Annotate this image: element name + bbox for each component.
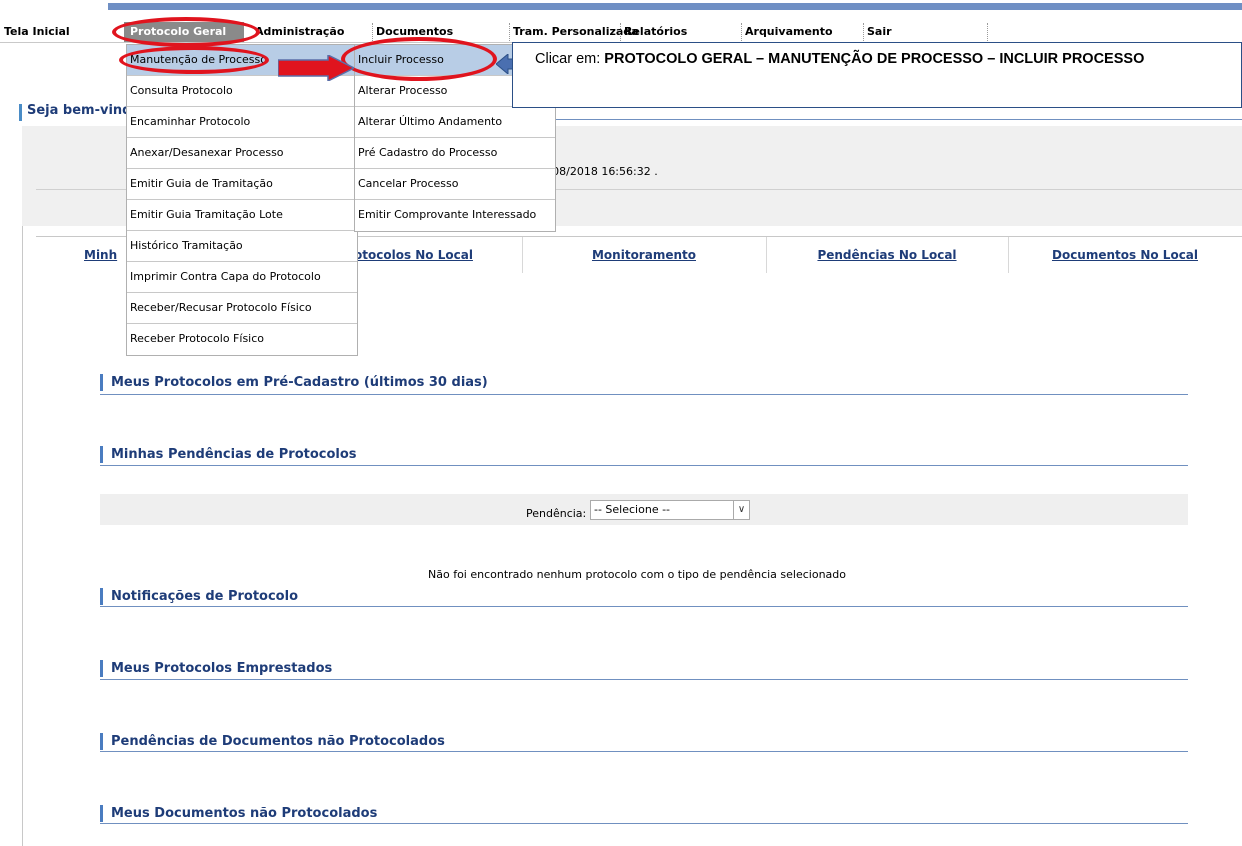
section-meus-documentos: Meus Documentos não Protocolados — [100, 805, 377, 822]
empty-pendencias-message: Não foi encontrado nenhum protocolo com … — [428, 568, 846, 581]
menu-item-emitir-comprovante[interactable]: Emitir Comprovante Interessado — [355, 200, 555, 231]
section-pendencias-documentos: Pendências de Documentos não Protocolado… — [100, 733, 445, 750]
menu-item-emitir-guia-lote[interactable]: Emitir Guia Tramitação Lote — [127, 200, 357, 231]
pendencia-select[interactable]: -- Selecione -- ∨ — [590, 500, 750, 520]
menu-item-cancelar-processo[interactable]: Cancelar Processo — [355, 169, 555, 200]
section-pre-cadastro: Meus Protocolos em Pré-Cadastro (últimos… — [100, 374, 488, 391]
pendencia-label: Pendência: — [526, 507, 587, 520]
section-divider — [100, 751, 1188, 752]
tab-pendencias-no-local[interactable]: Pendências No Local — [766, 237, 1008, 273]
section-divider — [100, 465, 1188, 466]
instruction-callout: Clicar em: PROTOCOLO GERAL – MANUTENÇÃO … — [512, 42, 1242, 108]
section-protocolos-emprestados: Meus Protocolos Emprestados — [100, 660, 332, 677]
welcome-divider — [556, 119, 1242, 120]
menu-relatorios[interactable]: Relatórios — [620, 23, 687, 41]
tab-minhas[interactable]: Minh — [84, 237, 124, 273]
menu-item-receber-protocolo-fisico[interactable]: Receber Protocolo Físico — [127, 324, 357, 355]
menu-item-receber-recusar[interactable]: Receber/Recusar Protocolo Físico — [127, 293, 357, 324]
protocolo-geral-menu: Manutenção de Processo Consulta Protocol… — [126, 44, 358, 356]
menubar-separator — [987, 23, 988, 41]
tab-monitoramento[interactable]: Monitoramento — [522, 237, 766, 273]
menu-item-encaminhar-protocolo[interactable]: Encaminhar Protocolo — [127, 107, 357, 138]
section-minhas-pendencias: Minhas Pendências de Protocolos — [100, 446, 357, 463]
top-banner-stub — [0, 0, 1242, 10]
tab-documentos-no-local[interactable]: Documentos No Local — [1008, 237, 1242, 273]
section-divider — [100, 679, 1188, 680]
pendencia-select-value: -- Selecione -- — [594, 503, 671, 516]
banner-edge — [108, 0, 1242, 10]
menu-item-alterar-ultimo-andamento[interactable]: Alterar Último Andamento — [355, 107, 555, 138]
menu-tela-inicial[interactable]: Tela Inicial — [4, 23, 70, 41]
chevron-down-icon[interactable]: ∨ — [733, 501, 749, 519]
menu-item-historico-tramitacao[interactable]: Histórico Tramitação — [127, 231, 357, 262]
section-divider — [100, 606, 1188, 607]
section-notificacoes: Notificações de Protocolo — [100, 588, 298, 605]
highlight-ellipse-manutencao — [119, 46, 269, 74]
callout-prefix: Clicar em: — [535, 51, 605, 67]
menu-sair[interactable]: Sair — [863, 23, 892, 41]
menu-item-emitir-guia[interactable]: Emitir Guia de Tramitação — [127, 169, 357, 200]
section-divider — [100, 394, 1188, 395]
welcome-title: Seja bem-vindo — [27, 103, 141, 118]
highlight-ellipse-incluir — [341, 37, 497, 81]
welcome-accent-bar — [19, 104, 22, 121]
highlight-ellipse-protocolo-geral — [112, 17, 260, 47]
menu-item-imprimir-contra-capa[interactable]: Imprimir Contra Capa do Protocolo — [127, 262, 357, 293]
tab-protocolos-no-local[interactable]: otocolos No Local — [354, 237, 504, 273]
annotation-arrow-right-icon — [278, 55, 354, 81]
menu-arquivamento[interactable]: Arquivamento — [741, 23, 833, 41]
menu-item-anexar-desanexar[interactable]: Anexar/Desanexar Processo — [127, 138, 357, 169]
section-divider — [100, 823, 1188, 824]
menu-item-pre-cadastro[interactable]: Pré Cadastro do Processo — [355, 138, 555, 169]
menu-administracao[interactable]: Administração — [255, 23, 344, 41]
callout-instruction: PROTOCOLO GERAL – MANUTENÇÃO DE PROCESSO… — [604, 51, 1145, 67]
